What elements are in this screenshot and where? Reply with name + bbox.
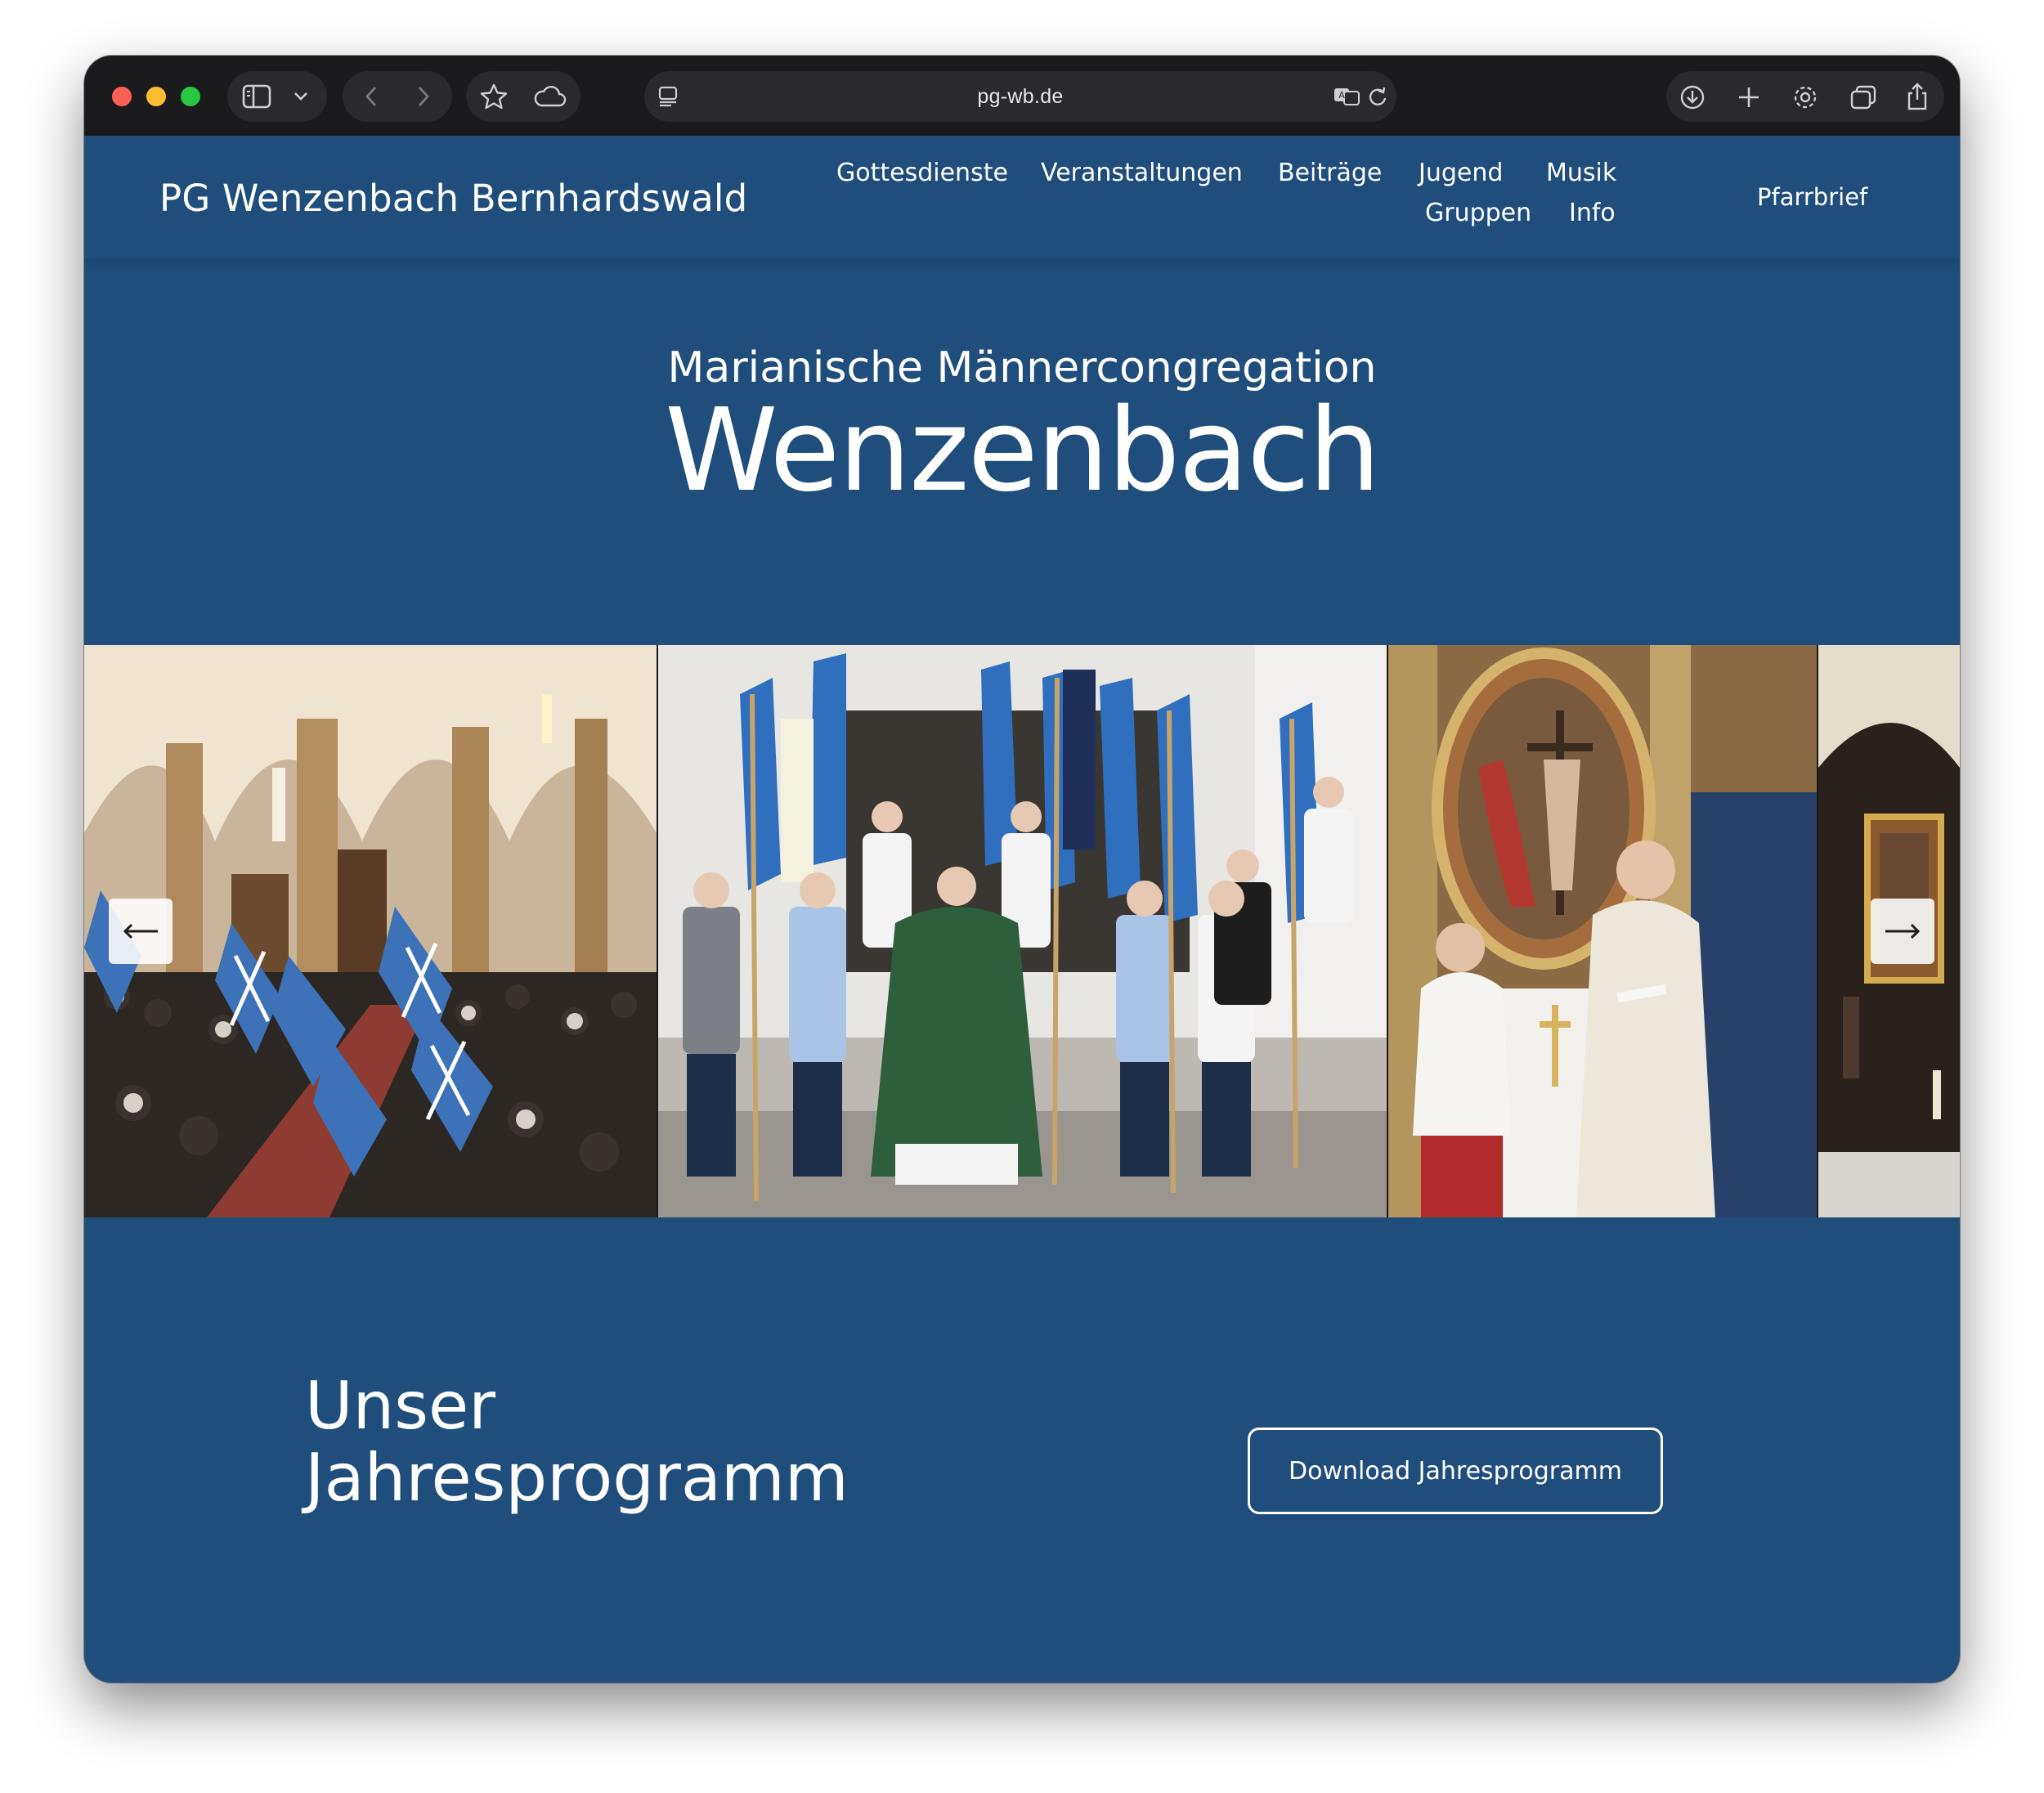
site-header: PG Wenzenbach Bernhardswald Gottesdienst… (84, 136, 1960, 258)
toolbar-actions-group (1666, 71, 1944, 122)
nav-item-gottesdienste[interactable]: Gottesdienste (836, 159, 1008, 187)
browser-toolbar: pg-wb.de A (84, 56, 1960, 137)
pfarrbrief-link[interactable]: Pfarrbrief (1757, 183, 1867, 211)
photo-gallery-carousel[interactable] (84, 645, 1960, 1217)
back-icon[interactable] (364, 85, 379, 108)
cloud-icon[interactable] (533, 84, 567, 109)
favorites-group (466, 71, 580, 122)
carousel-prev-button[interactable] (109, 899, 173, 964)
nav-item-beitraege[interactable]: Beiträge (1278, 159, 1382, 187)
site-brand-link[interactable]: PG Wenzenbach Bernhardswald (159, 177, 747, 220)
sidebar-toggle-group (227, 71, 327, 122)
program-heading: Unser Jahresprogramm (305, 1370, 849, 1514)
carousel-next-button[interactable] (1871, 899, 1934, 964)
history-nav-group (343, 71, 452, 122)
nav-item-jugend[interactable]: Jugend (1419, 159, 1503, 187)
zoom-window-button[interactable] (181, 87, 200, 106)
nav-item-gruppen[interactable]: Gruppen (1425, 199, 1531, 227)
gear-icon[interactable] (1791, 83, 1819, 111)
gallery-photo-altar-service (1388, 645, 1817, 1217)
plus-icon[interactable] (1737, 85, 1761, 110)
program-heading-line1: Unser (305, 1368, 496, 1444)
svg-text:A: A (1338, 90, 1345, 101)
close-window-button[interactable] (112, 87, 132, 106)
reload-icon[interactable] (1367, 86, 1388, 107)
address-bar[interactable]: pg-wb.de A (644, 71, 1396, 122)
download-jahresprogramm-button[interactable]: Download Jahresprogramm (1248, 1428, 1663, 1514)
arrow-right-icon (1885, 923, 1921, 939)
gallery-photo-group-with-banners (658, 645, 1387, 1217)
url-text: pg-wb.de (977, 84, 1064, 108)
minimize-window-button[interactable] (146, 87, 166, 106)
tabs-icon[interactable] (1849, 84, 1877, 110)
chevron-down-icon[interactable] (293, 91, 309, 102)
program-heading-line2: Jahresprogramm (305, 1440, 849, 1516)
star-icon[interactable] (479, 83, 509, 110)
nav-item-musik[interactable]: Musik (1546, 159, 1616, 187)
page-menu-icon[interactable] (657, 85, 679, 108)
sidebar-icon[interactable] (242, 84, 271, 109)
hero-title: Wenzenbach (665, 384, 1381, 518)
share-icon[interactable] (1905, 82, 1930, 111)
translate-icon[interactable]: A (1333, 86, 1362, 107)
forward-icon[interactable] (416, 85, 431, 108)
arrow-left-icon (123, 923, 158, 939)
download-icon[interactable] (1679, 84, 1706, 110)
nav-item-veranstaltungen[interactable]: Veranstaltungen (1041, 159, 1243, 187)
browser-window: pg-wb.de A PG Wenzenbach Bernhardswald G… (84, 56, 1960, 1683)
nav-item-info[interactable]: Info (1569, 199, 1616, 227)
